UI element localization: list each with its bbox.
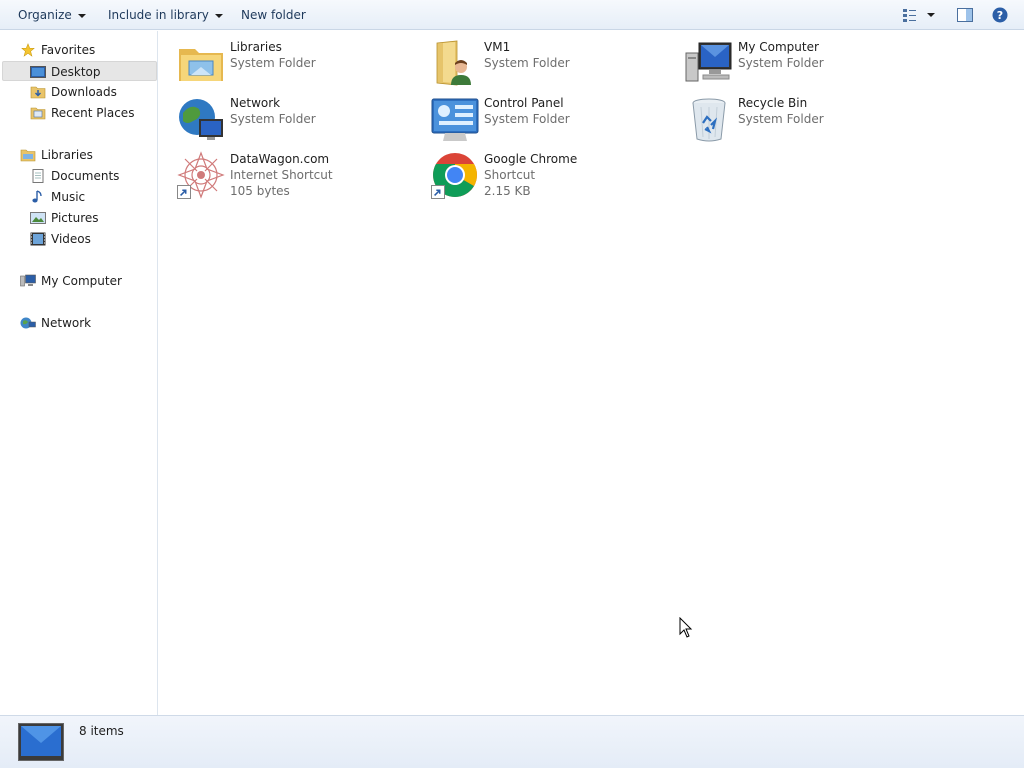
chevron-down-icon — [214, 13, 223, 18]
downloads-folder-icon — [30, 86, 46, 99]
item-size: 2.15 KB — [484, 184, 531, 198]
item-type: Shortcut — [484, 168, 536, 182]
nav-label-network: Network — [41, 316, 92, 330]
list-item[interactable]: Recycle Bin System Folder — [685, 95, 935, 147]
list-item[interactable]: Google Chrome Shortcut 2.15 KB — [431, 151, 681, 203]
item-type: System Folder — [738, 56, 824, 70]
preview-pane-icon — [957, 8, 973, 22]
documents-icon — [32, 169, 44, 183]
control-panel-icon — [431, 98, 479, 141]
preview-pane-button[interactable] — [957, 7, 973, 26]
svg-text:?: ? — [997, 9, 1003, 22]
recycle-bin-icon — [692, 98, 726, 142]
item-name: Recycle Bin — [738, 96, 808, 110]
list-item[interactable]: Network System Folder — [177, 95, 427, 147]
item-name: Network — [230, 96, 281, 110]
nav-item-desktop[interactable]: Desktop — [2, 61, 157, 81]
network-icon — [20, 317, 36, 329]
item-type: System Folder — [484, 112, 570, 126]
item-type: System Folder — [230, 112, 316, 126]
pictures-icon — [30, 212, 46, 224]
item-name: VM1 — [484, 40, 511, 54]
list-item[interactable]: My Computer System Folder — [685, 39, 935, 91]
computer-icon — [20, 274, 36, 287]
item-type: System Folder — [484, 56, 570, 70]
nav-label-downloads: Downloads — [51, 85, 117, 99]
videos-icon — [30, 232, 46, 246]
shortcut-arrow-icon — [177, 185, 191, 199]
item-name: My Computer — [738, 40, 819, 54]
desktop-thumbnail-icon — [18, 723, 64, 761]
list-item[interactable]: Control Panel System Folder — [431, 95, 681, 147]
music-icon — [32, 190, 42, 203]
desktop-icon — [30, 66, 46, 78]
item-name: DataWagon.com — [230, 152, 330, 166]
help-button[interactable]: ? — [992, 7, 1008, 26]
network-icon — [179, 99, 223, 140]
computer-icon — [685, 42, 732, 82]
new-folder-button[interactable]: New folder — [241, 7, 306, 23]
nav-label-videos: Videos — [51, 232, 91, 246]
item-name: Libraries — [230, 40, 282, 54]
include-in-library-button[interactable]: Include in library — [108, 7, 223, 23]
change-view-button[interactable] — [902, 7, 938, 26]
list-item[interactable]: DataWagon.com Internet Shortcut 105 byte… — [177, 151, 427, 203]
help-icon: ? — [992, 7, 1008, 23]
details-pane: 8 items — [0, 715, 1024, 768]
item-name: Control Panel — [484, 96, 564, 110]
views-icon — [903, 9, 935, 22]
command-bar: Organize Include in library New folder ? — [0, 0, 1024, 30]
libraries-icon — [20, 149, 36, 162]
item-size: 105 bytes — [230, 184, 290, 198]
new-folder-label: New folder — [241, 8, 306, 22]
nav-label-recent-places: Recent Places — [51, 106, 135, 120]
organize-button[interactable]: Organize — [18, 7, 86, 23]
nav-label-desktop: Desktop — [51, 65, 101, 79]
shortcut-arrow-icon — [431, 185, 445, 199]
navigation-pane: Favorites Desktop Downloads Recent Place… — [0, 31, 158, 715]
nav-label-documents: Documents — [51, 169, 120, 183]
file-list: Libraries System Folder VM1 System Folde… — [159, 31, 1024, 715]
item-name: Google Chrome — [484, 152, 578, 166]
include-in-library-label: Include in library — [108, 8, 209, 22]
list-item[interactable]: VM1 System Folder — [431, 39, 681, 91]
organize-label: Organize — [18, 8, 72, 22]
nav-label-music: Music — [51, 190, 86, 204]
star-icon — [21, 43, 35, 57]
chevron-down-icon — [77, 13, 86, 18]
item-type: Internet Shortcut — [230, 168, 333, 182]
libraries-icon — [179, 49, 223, 81]
item-type: System Folder — [230, 56, 316, 70]
nav-label-my-computer: My Computer — [41, 274, 122, 288]
item-type: System Folder — [738, 112, 824, 126]
nav-label-pictures: Pictures — [51, 211, 99, 225]
list-item[interactable]: Libraries System Folder — [177, 39, 427, 91]
recent-places-icon — [30, 107, 46, 120]
nav-label-libraries: Libraries — [41, 148, 93, 162]
nav-label-favorites: Favorites — [41, 43, 96, 57]
item-count: 8 items — [79, 724, 124, 738]
user-folder-icon — [436, 40, 471, 86]
mouse-cursor-icon — [679, 617, 693, 638]
